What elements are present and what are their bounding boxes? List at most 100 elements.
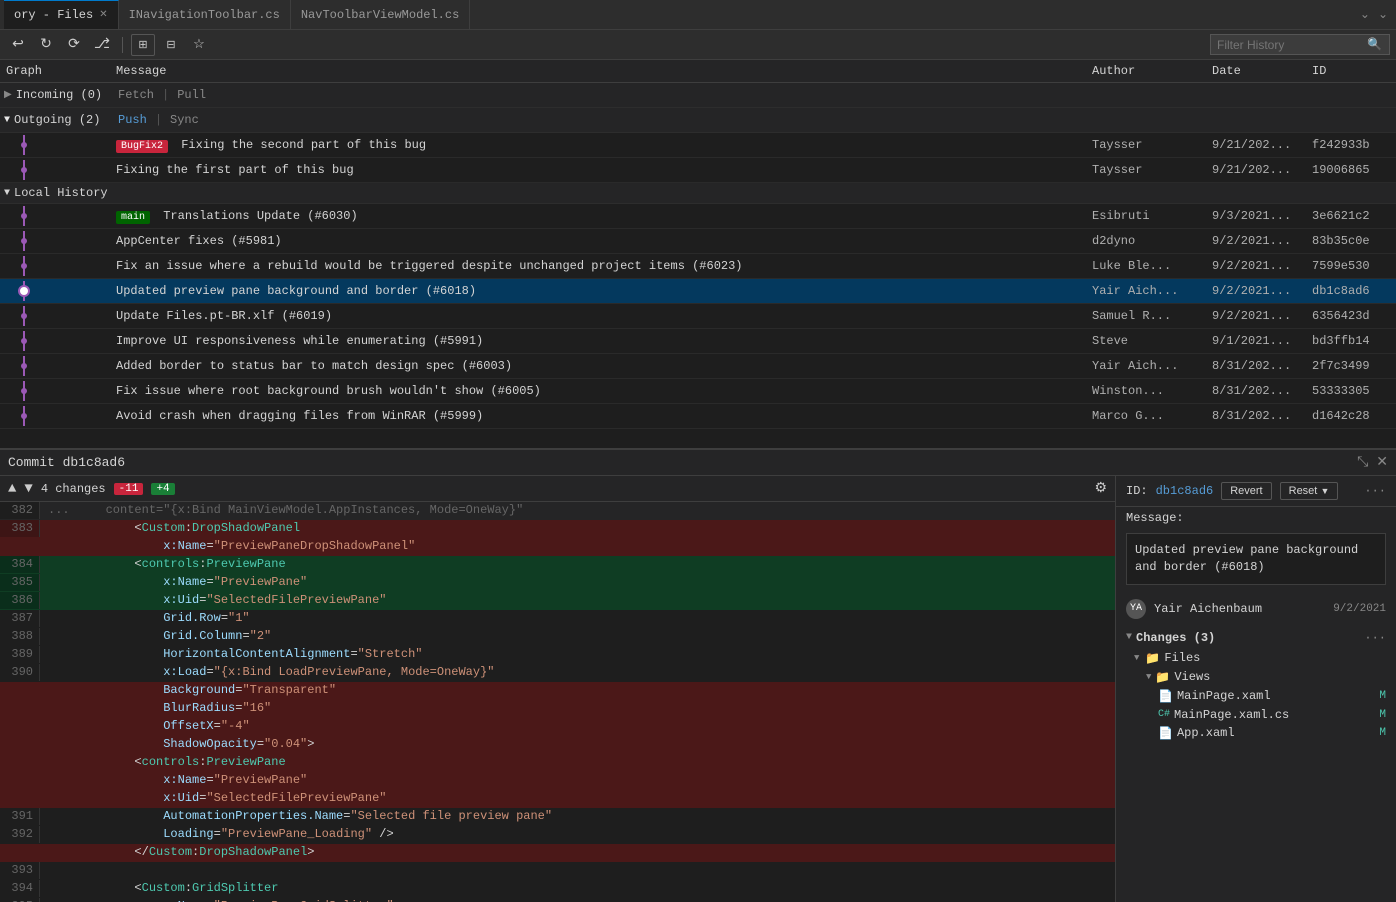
graph-svg-lc8 — [4, 406, 84, 426]
lc8-id: d1642c28 — [1306, 409, 1396, 423]
commit-message-box: Updated preview pane background and bord… — [1126, 533, 1386, 585]
tab-files-close[interactable]: ✕ — [99, 9, 107, 21]
col-message: Message — [110, 62, 1086, 80]
diff-line-390: 390 x:Load="{x:Bind LoadPreviewPane, Mod… — [0, 664, 1115, 682]
lc7-message: Fix issue where root background brush wo… — [110, 382, 1086, 400]
col-date: Date — [1206, 62, 1306, 80]
diff-line-393: 393 — [0, 862, 1115, 880]
app-xaml-item[interactable]: 📄 App.xaml M — [1150, 724, 1386, 743]
tab-navtoolbarviewmodel-label: NavToolbarViewModel.cs — [301, 8, 459, 22]
minimize-btn[interactable]: ⤡ — [1357, 455, 1368, 471]
fetch-btn[interactable]: ⟳ — [62, 34, 86, 56]
line-num-383: 383 — [0, 520, 40, 537]
line-content-ox: OffsetX="-4" — [40, 718, 1115, 735]
mainpage-xamlcs-item[interactable]: C# MainPage.xaml.cs M — [1150, 706, 1386, 724]
local-history-label: ▼ Local History — [0, 186, 110, 200]
local-commit-6[interactable]: Added border to status bar to match desi… — [0, 354, 1396, 379]
graph-svg-lc7 — [4, 381, 84, 401]
graph-svg-lc3 — [4, 281, 84, 301]
diff-nav-down[interactable]: ▼ — [24, 481, 32, 497]
author-name: Yair Aichenbaum — [1154, 602, 1262, 616]
diff-line-xn2: x:Name="PreviewPane" — [0, 772, 1115, 790]
incoming-header[interactable]: ▶ Incoming (0) Fetch | Pull — [0, 83, 1396, 108]
lc3-id: db1c8ad6 — [1306, 284, 1396, 298]
diff-nav-up[interactable]: ▲ — [8, 481, 16, 497]
lc2-id: 7599e530 — [1306, 259, 1396, 273]
outgoing-graph: ▼ Outgoing (2) — [0, 113, 110, 127]
files-folder-arrow: ▼ — [1134, 653, 1139, 663]
line-content-384: <controls:PreviewPane — [40, 556, 1115, 573]
line-content-xu2: x:Uid="SelectedFilePreviewPane" — [40, 790, 1115, 807]
diff-line-391: 391 AutomationProperties.Name="Selected … — [0, 808, 1115, 826]
local-commit-2[interactable]: Fix an issue where a rebuild would be tr… — [0, 254, 1396, 279]
graph-btn2[interactable]: ⊟ — [159, 34, 183, 56]
views-folder-item[interactable]: ▼ 📁 Views — [1138, 668, 1386, 687]
more-options-btn[interactable]: ··· — [1364, 484, 1386, 498]
tab-scroll-right[interactable]: ⌄ — [1374, 7, 1392, 22]
graph-svg-lc1 — [4, 231, 84, 251]
line-content-xn2: x:Name="PreviewPane" — [40, 772, 1115, 789]
line-content-390: x:Load="{x:Bind LoadPreviewPane, Mode=On… — [40, 664, 1115, 681]
star-btn[interactable]: ☆ — [187, 34, 211, 56]
lc3-graph — [0, 281, 110, 301]
local-commit-3[interactable]: Updated preview pane background and bord… — [0, 279, 1396, 304]
close-btn[interactable]: ✕ — [1376, 454, 1388, 471]
outgoing-header[interactable]: ▼ Outgoing (2) Push | Sync — [0, 108, 1396, 133]
pull-link[interactable]: Pull — [175, 88, 208, 102]
lc4-author: Samuel R... — [1086, 309, 1206, 323]
lc6-graph — [0, 356, 110, 376]
changes-more-btn[interactable]: ··· — [1364, 631, 1386, 645]
mainpage-xaml-item[interactable]: 📄 MainPage.xaml M — [1150, 687, 1386, 706]
diff-settings-btn[interactable]: ⚙ — [1094, 480, 1107, 497]
line-content-br: BlurRadius="16" — [40, 700, 1115, 717]
local-commit-8[interactable]: Avoid crash when dragging files from Win… — [0, 404, 1396, 429]
local-commit-5[interactable]: Improve UI responsiveness while enumerat… — [0, 329, 1396, 354]
diff-line-br: BlurRadius="16" — [0, 700, 1115, 718]
fetch-link[interactable]: Fetch — [116, 88, 156, 102]
column-headers: Graph Message Author Date ID — [0, 60, 1396, 83]
lc0-graph — [0, 206, 110, 226]
mainpage-xamlcs-icon: C# — [1158, 709, 1170, 720]
id-label: ID: — [1126, 484, 1148, 498]
commit-author-row: YA Yair Aichenbaum 9/2/2021 — [1116, 593, 1396, 625]
push-link[interactable]: Push — [116, 113, 149, 127]
diff-line-394: 394 <Custom:GridSplitter — [0, 880, 1115, 898]
message-label: Message: — [1116, 507, 1396, 525]
files-folder-item[interactable]: ▼ 📁 Files — [1126, 649, 1386, 668]
app-xaml-label: App.xaml — [1177, 726, 1235, 740]
reset-button[interactable]: Reset ▼ — [1280, 482, 1339, 500]
tab-navtoolbarviewmodel[interactable]: NavToolbarViewModel.cs — [291, 0, 470, 29]
branch-btn[interactable]: ⎇ — [90, 34, 114, 56]
revert-button[interactable]: Revert — [1221, 482, 1271, 500]
back-btn[interactable]: ↩ — [6, 34, 30, 56]
mainpage-xaml-status: M — [1379, 690, 1386, 702]
line-content-383: <Custom:DropShadowPanel — [40, 520, 1115, 537]
local-commit-1[interactable]: AppCenter fixes (#5981) d2dyno 9/2/2021.… — [0, 229, 1396, 254]
sync-link[interactable]: Sync — [168, 113, 201, 127]
graph-btn[interactable]: ⊞ — [131, 34, 155, 56]
tab-inavigationtoolbar[interactable]: INavigationToolbar.cs — [119, 0, 291, 29]
diff-line-385: 385 x:Name="PreviewPane" — [0, 574, 1115, 592]
outgoing-commit-2-message: Fixing the first part of this bug — [110, 161, 1086, 179]
lc4-graph — [0, 306, 110, 326]
lc4-message: Update Files.pt-BR.xlf (#6019) — [110, 307, 1086, 325]
tab-files[interactable]: ory - Files ✕ — [4, 0, 119, 29]
tab-scroll-left[interactable]: ⌄ — [1356, 7, 1374, 22]
local-history-header[interactable]: ▼ Local History — [0, 183, 1396, 204]
outgoing-commit-1-message: BugFix2 Fixing the second part of this b… — [110, 136, 1086, 154]
refresh-btn[interactable]: ↻ — [34, 34, 58, 56]
graph-svg-lc4 — [4, 306, 84, 326]
diff-line-389: 389 HorizontalContentAlignment="Stretch" — [0, 646, 1115, 664]
changes-label: Changes (3) — [1136, 631, 1215, 645]
outgoing-commit-1[interactable]: BugFix2 Fixing the second part of this b… — [0, 133, 1396, 158]
bugfix-badge: BugFix2 — [116, 140, 168, 153]
lc1-message: AppCenter fixes (#5981) — [110, 232, 1086, 250]
local-commit-0[interactable]: main Translations Update (#6030) Esibrut… — [0, 204, 1396, 229]
local-commit-4[interactable]: Update Files.pt-BR.xlf (#6019) Samuel R.… — [0, 304, 1396, 329]
line-content-388: Grid.Column="2" — [40, 628, 1115, 645]
right-pane: ID: db1c8ad6 Revert Reset ▼ ··· Message:… — [1116, 476, 1396, 902]
local-commit-7[interactable]: Fix issue where root background brush wo… — [0, 379, 1396, 404]
filter-history-input[interactable] — [1217, 38, 1367, 52]
outgoing-commit-2[interactable]: Fixing the first part of this bug Taysse… — [0, 158, 1396, 183]
search-icon: 🔍 — [1367, 37, 1382, 52]
